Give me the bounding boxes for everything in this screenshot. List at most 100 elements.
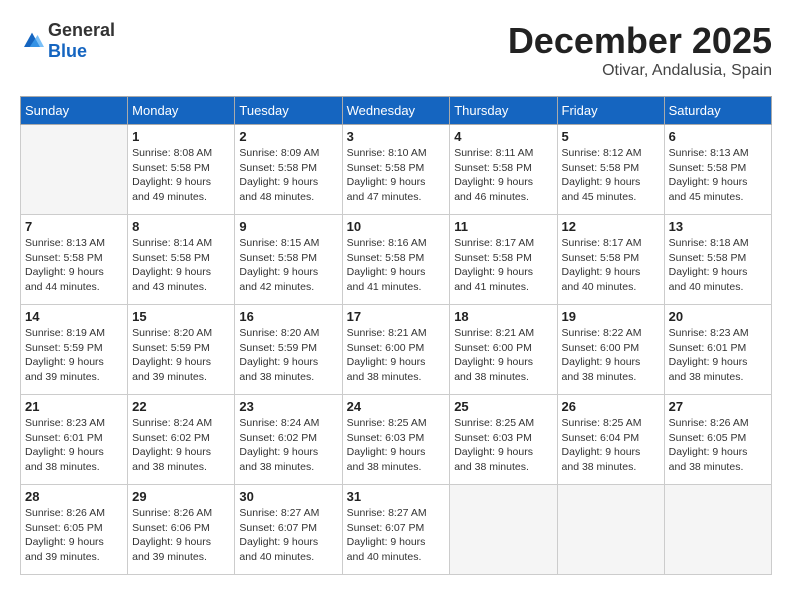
day-cell	[557, 485, 664, 575]
day-number: 26	[562, 399, 660, 414]
day-info: Sunrise: 8:25 AM Sunset: 6:04 PM Dayligh…	[562, 416, 660, 475]
day-info: Sunrise: 8:15 AM Sunset: 5:58 PM Dayligh…	[239, 236, 337, 295]
day-cell: 8Sunrise: 8:14 AM Sunset: 5:58 PM Daylig…	[128, 215, 235, 305]
day-cell: 29Sunrise: 8:26 AM Sunset: 6:06 PM Dayli…	[128, 485, 235, 575]
day-info: Sunrise: 8:19 AM Sunset: 5:59 PM Dayligh…	[25, 326, 123, 385]
day-number: 30	[239, 489, 337, 504]
day-cell: 30 Sunrise: 8:27 AM Sunset: 6:07 PM Dayli…	[235, 485, 342, 575]
weekday-wednesday: Wednesday	[342, 97, 450, 125]
day-number: 10	[347, 219, 446, 234]
day-info: Sunrise: 8:18 AM Sunset: 5:58 PM Dayligh…	[669, 236, 767, 295]
day-info: Sunrise: 8:16 AM Sunset: 5:58 PM Dayligh…	[347, 236, 446, 295]
logo-text-blue: Blue	[48, 41, 87, 61]
day-info: Sunrise: 8:13 AM Sunset: 5:58 PM Dayligh…	[25, 236, 123, 295]
day-info: Sunrise: 8:27 AM Sunset: 6:07 PM Dayligh…	[347, 506, 446, 565]
weekday-sunday: Sunday	[21, 97, 128, 125]
logo-icon	[20, 31, 44, 51]
weekday-header: SundayMondayTuesdayWednesdayThursdayFrid…	[21, 97, 772, 125]
day-number: 31	[347, 489, 446, 504]
day-number: 24	[347, 399, 446, 414]
week-row-4: 28 Sunrise: 8:26 AM Sunset: 6:05 PM Dayli…	[21, 485, 772, 575]
day-number: 23	[239, 399, 337, 414]
day-info: Sunrise: 8:17 AM Sunset: 5:58 PM Dayligh…	[454, 236, 552, 295]
day-info: Sunrise: 8:25 AM Sunset: 6:03 PM Dayligh…	[454, 416, 552, 475]
week-row-0: 1 Sunrise: 8:08 AM Sunset: 5:58 PM Daylig…	[21, 125, 772, 215]
day-cell: 27 Sunrise: 8:26 AM Sunset: 6:05 PM Dayli…	[664, 395, 771, 485]
day-cell: 18 Sunrise: 8:21 AM Sunset: 6:00 PM Dayli…	[450, 305, 557, 395]
location-title: Otivar, Andalusia, Spain	[508, 62, 772, 80]
day-number: 11	[454, 219, 552, 234]
day-cell: 23 Sunrise: 8:24 AM Sunset: 6:02 PM Dayli…	[235, 395, 342, 485]
day-info: Sunrise: 8:21 AM Sunset: 6:00 PM Dayligh…	[454, 326, 552, 385]
day-info: Sunrise: 8:17 AM Sunset: 5:58 PM Dayligh…	[562, 236, 660, 295]
day-cell	[664, 485, 771, 575]
calendar: SundayMondayTuesdayWednesdayThursdayFrid…	[20, 96, 772, 575]
weekday-saturday: Saturday	[664, 97, 771, 125]
day-number: 15	[132, 309, 230, 324]
day-info: Sunrise: 8:25 AM Sunset: 6:03 PM Dayligh…	[347, 416, 446, 475]
day-cell: 16 Sunrise: 8:20 AM Sunset: 5:59 PM Dayli…	[235, 305, 342, 395]
day-cell: 9 Sunrise: 8:15 AM Sunset: 5:58 PM Daylig…	[235, 215, 342, 305]
day-number: 27	[669, 399, 767, 414]
day-cell: 31 Sunrise: 8:27 AM Sunset: 6:07 PM Dayli…	[342, 485, 450, 575]
day-cell: 19 Sunrise: 8:22 AM Sunset: 6:00 PM Dayli…	[557, 305, 664, 395]
day-cell: 21Sunrise: 8:23 AM Sunset: 6:01 PM Dayli…	[21, 395, 128, 485]
day-cell: 5 Sunrise: 8:12 AM Sunset: 5:58 PM Daylig…	[557, 125, 664, 215]
day-cell: 4 Sunrise: 8:11 AM Sunset: 5:58 PM Daylig…	[450, 125, 557, 215]
day-cell	[21, 125, 128, 215]
day-number: 18	[454, 309, 552, 324]
day-cell: 26 Sunrise: 8:25 AM Sunset: 6:04 PM Dayli…	[557, 395, 664, 485]
day-cell: 13Sunrise: 8:18 AM Sunset: 5:58 PM Dayli…	[664, 215, 771, 305]
day-number: 16	[239, 309, 337, 324]
calendar-body: 1 Sunrise: 8:08 AM Sunset: 5:58 PM Daylig…	[21, 125, 772, 575]
day-cell: 3 Sunrise: 8:10 AM Sunset: 5:58 PM Daylig…	[342, 125, 450, 215]
month-title: December 2025	[508, 20, 772, 62]
day-info: Sunrise: 8:22 AM Sunset: 6:00 PM Dayligh…	[562, 326, 660, 385]
day-cell: 28 Sunrise: 8:26 AM Sunset: 6:05 PM Dayli…	[21, 485, 128, 575]
day-cell: 20Sunrise: 8:23 AM Sunset: 6:01 PM Dayli…	[664, 305, 771, 395]
day-info: Sunrise: 8:27 AM Sunset: 6:07 PM Dayligh…	[239, 506, 337, 565]
day-number: 7	[25, 219, 123, 234]
day-number: 29	[132, 489, 230, 504]
day-cell: 1 Sunrise: 8:08 AM Sunset: 5:58 PM Daylig…	[128, 125, 235, 215]
day-number: 19	[562, 309, 660, 324]
day-number: 28	[25, 489, 123, 504]
day-number: 9	[239, 219, 337, 234]
day-number: 17	[347, 309, 446, 324]
day-number: 3	[347, 129, 446, 144]
day-number: 2	[239, 129, 337, 144]
day-info: Sunrise: 8:08 AM Sunset: 5:58 PM Dayligh…	[132, 146, 230, 205]
weekday-thursday: Thursday	[450, 97, 557, 125]
logo-text-general: General	[48, 20, 115, 40]
day-info: Sunrise: 8:24 AM Sunset: 6:02 PM Dayligh…	[132, 416, 230, 475]
day-cell: 6Sunrise: 8:13 AM Sunset: 5:58 PM Daylig…	[664, 125, 771, 215]
day-number: 21	[25, 399, 123, 414]
logo: General Blue	[20, 20, 115, 62]
day-number: 25	[454, 399, 552, 414]
day-number: 1	[132, 129, 230, 144]
day-info: Sunrise: 8:12 AM Sunset: 5:58 PM Dayligh…	[562, 146, 660, 205]
day-info: Sunrise: 8:10 AM Sunset: 5:58 PM Dayligh…	[347, 146, 446, 205]
day-info: Sunrise: 8:13 AM Sunset: 5:58 PM Dayligh…	[669, 146, 767, 205]
weekday-friday: Friday	[557, 97, 664, 125]
day-cell: 10 Sunrise: 8:16 AM Sunset: 5:58 PM Dayli…	[342, 215, 450, 305]
day-info: Sunrise: 8:14 AM Sunset: 5:58 PM Dayligh…	[132, 236, 230, 295]
day-number: 4	[454, 129, 552, 144]
day-info: Sunrise: 8:26 AM Sunset: 6:05 PM Dayligh…	[25, 506, 123, 565]
day-cell: 24 Sunrise: 8:25 AM Sunset: 6:03 PM Dayli…	[342, 395, 450, 485]
day-info: Sunrise: 8:24 AM Sunset: 6:02 PM Dayligh…	[239, 416, 337, 475]
day-number: 5	[562, 129, 660, 144]
day-info: Sunrise: 8:11 AM Sunset: 5:58 PM Dayligh…	[454, 146, 552, 205]
day-cell: 15Sunrise: 8:20 AM Sunset: 5:59 PM Dayli…	[128, 305, 235, 395]
day-info: Sunrise: 8:20 AM Sunset: 5:59 PM Dayligh…	[239, 326, 337, 385]
weekday-monday: Monday	[128, 97, 235, 125]
day-number: 12	[562, 219, 660, 234]
day-info: Sunrise: 8:26 AM Sunset: 6:05 PM Dayligh…	[669, 416, 767, 475]
day-number: 20	[669, 309, 767, 324]
day-cell: 2Sunrise: 8:09 AM Sunset: 5:58 PM Daylig…	[235, 125, 342, 215]
day-cell: 12 Sunrise: 8:17 AM Sunset: 5:58 PM Dayli…	[557, 215, 664, 305]
day-cell: 25 Sunrise: 8:25 AM Sunset: 6:03 PM Dayli…	[450, 395, 557, 485]
header: General Blue December 2025 Otivar, Andal…	[20, 20, 772, 80]
day-cell: 17Sunrise: 8:21 AM Sunset: 6:00 PM Dayli…	[342, 305, 450, 395]
day-cell: 22Sunrise: 8:24 AM Sunset: 6:02 PM Dayli…	[128, 395, 235, 485]
